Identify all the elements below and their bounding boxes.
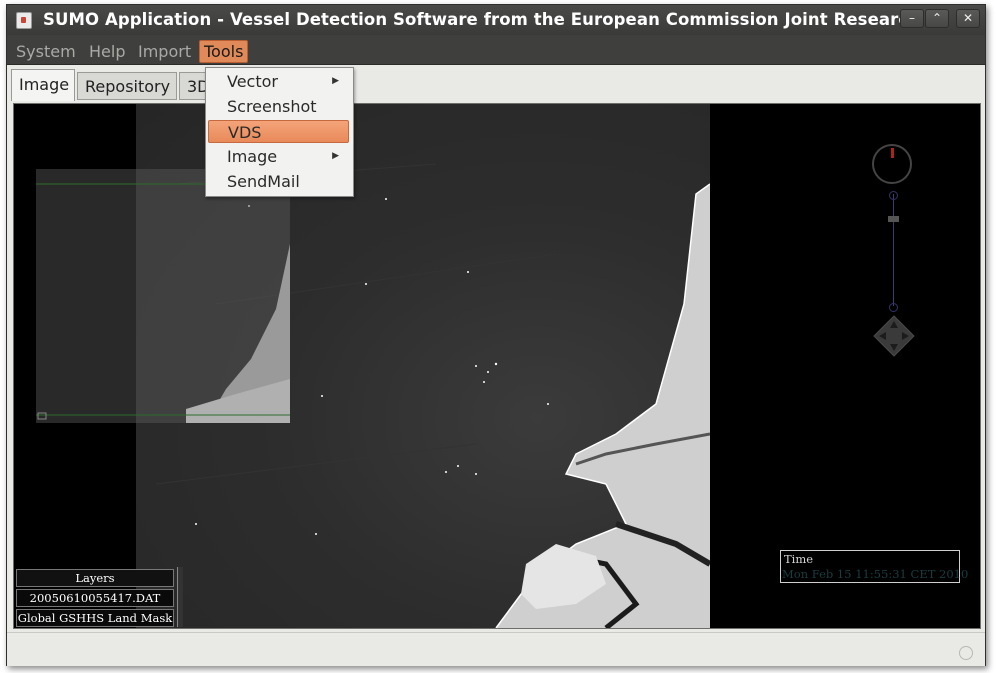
image-viewer[interactable]: Time Mon Feb 15 11:55:31 CET 2010 Layers… [13, 103, 981, 629]
layer-item-image[interactable]: 20050610055417.DAT [16, 589, 174, 607]
zoom-slider-knob[interactable] [888, 216, 899, 222]
window-title: SUMO Application - Vessel Detection Soft… [43, 10, 921, 29]
pan-pad-icon[interactable] [872, 314, 916, 358]
menu-item-vds-label: VDS [228, 123, 262, 142]
menu-item-sendmail[interactable]: SendMail [208, 170, 349, 193]
time-value: Mon Feb 15 11:55:31 CET 2010 [782, 567, 969, 581]
menu-item-vector[interactable]: Vector ▶ [208, 70, 349, 93]
overview-land-graphic [36, 183, 290, 423]
submenu-arrow-icon: ▶ [332, 76, 339, 86]
menu-item-screenshot-label: Screenshot [227, 97, 317, 116]
layer-item-landmask[interactable]: Global GSHHS Land Mask [16, 609, 174, 627]
menu-bar: System Help Import Tools [7, 35, 985, 65]
time-label: Time [784, 552, 814, 566]
tab-repository[interactable]: Repository [77, 72, 177, 100]
minimize-button[interactable]: – [900, 9, 924, 28]
zoom-slider-track[interactable] [893, 194, 894, 306]
tab-image[interactable]: Image [11, 69, 75, 101]
menu-item-sendmail-label: SendMail [227, 172, 300, 191]
maximize-button[interactable]: ⌃ [925, 9, 949, 28]
tools-dropdown-menu: Vector ▶ Screenshot VDS Image ▶ SendMail [205, 67, 354, 197]
busy-indicator-icon [959, 646, 973, 660]
time-overlay: Time Mon Feb 15 11:55:31 CET 2010 [780, 550, 968, 583]
menu-item-image-label: Image [227, 147, 278, 166]
overview-map[interactable] [36, 169, 290, 423]
menu-help[interactable]: Help [84, 40, 130, 63]
application-window: SUMO Application - Vessel Detection Soft… [6, 4, 986, 666]
zoom-out-handle[interactable] [889, 303, 898, 312]
layers-scrollbar[interactable] [177, 567, 183, 627]
menu-import[interactable]: Import [133, 40, 196, 63]
status-bar [7, 632, 985, 666]
java-app-icon [16, 12, 32, 29]
menu-item-vector-label: Vector [227, 72, 278, 91]
menu-system[interactable]: System [11, 40, 81, 63]
title-bar[interactable]: SUMO Application - Vessel Detection Soft… [7, 5, 985, 35]
menu-item-vds[interactable]: VDS [208, 120, 349, 143]
zoom-in-handle[interactable] [889, 191, 898, 200]
menu-item-screenshot[interactable]: Screenshot [208, 95, 349, 118]
layers-title: Layers [16, 569, 174, 587]
menu-tools[interactable]: Tools [199, 40, 249, 63]
close-button[interactable]: ✕ [956, 9, 980, 28]
layers-panel: Layers 20050610055417.DAT Global GSHHS L… [16, 567, 183, 627]
compass-icon[interactable] [872, 144, 912, 184]
submenu-arrow-icon: ▶ [332, 151, 339, 161]
menu-item-image[interactable]: Image ▶ [208, 145, 349, 168]
